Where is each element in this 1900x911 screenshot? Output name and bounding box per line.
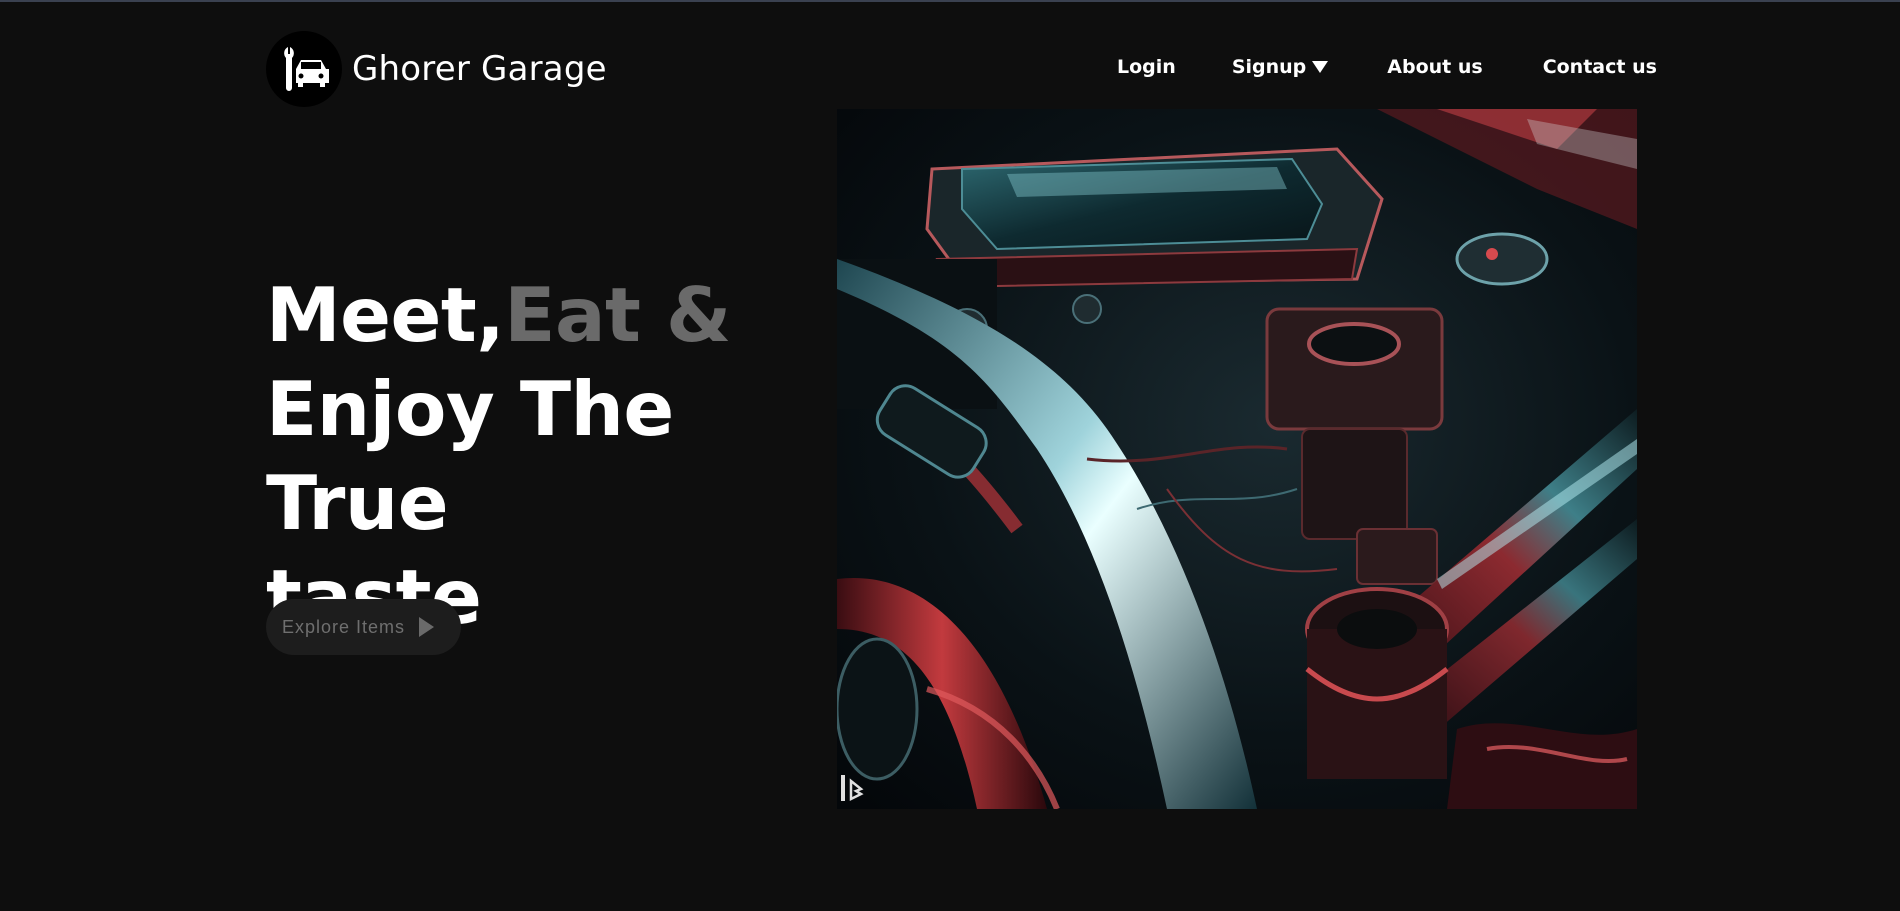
wrench-car-icon <box>266 31 342 107</box>
explore-items-label: Explore Items <box>282 616 406 637</box>
nav-signup[interactable]: Signup <box>1231 56 1329 78</box>
main-nav: Login Signup About us Contact us <box>1117 56 1657 78</box>
play-icon <box>419 617 435 637</box>
bing-logo-icon <box>839 773 869 803</box>
brand-name: Ghorer Garage <box>352 49 607 89</box>
hero-line2: Enjoy The True <box>266 365 674 547</box>
hero-engine-image <box>837 109 1637 809</box>
hero-heading: Meet,Eat & Enjoy The True taste <box>266 268 826 644</box>
top-border <box>0 0 1900 2</box>
explore-items-button[interactable]: Explore Items <box>266 599 461 655</box>
hero-line1-b: Eat & <box>504 271 731 359</box>
brand[interactable]: Ghorer Garage <box>266 31 607 107</box>
nav-login[interactable]: Login <box>1117 56 1176 78</box>
nav-signup-label: Signup <box>1231 56 1307 78</box>
page: Ghorer Garage Login Signup About us Cont… <box>0 0 1900 911</box>
hero-line1-a: Meet, <box>266 271 505 359</box>
caret-down-icon <box>1312 61 1329 73</box>
nav-about[interactable]: About us <box>1387 56 1482 78</box>
nav-contact[interactable]: Contact us <box>1543 56 1657 78</box>
